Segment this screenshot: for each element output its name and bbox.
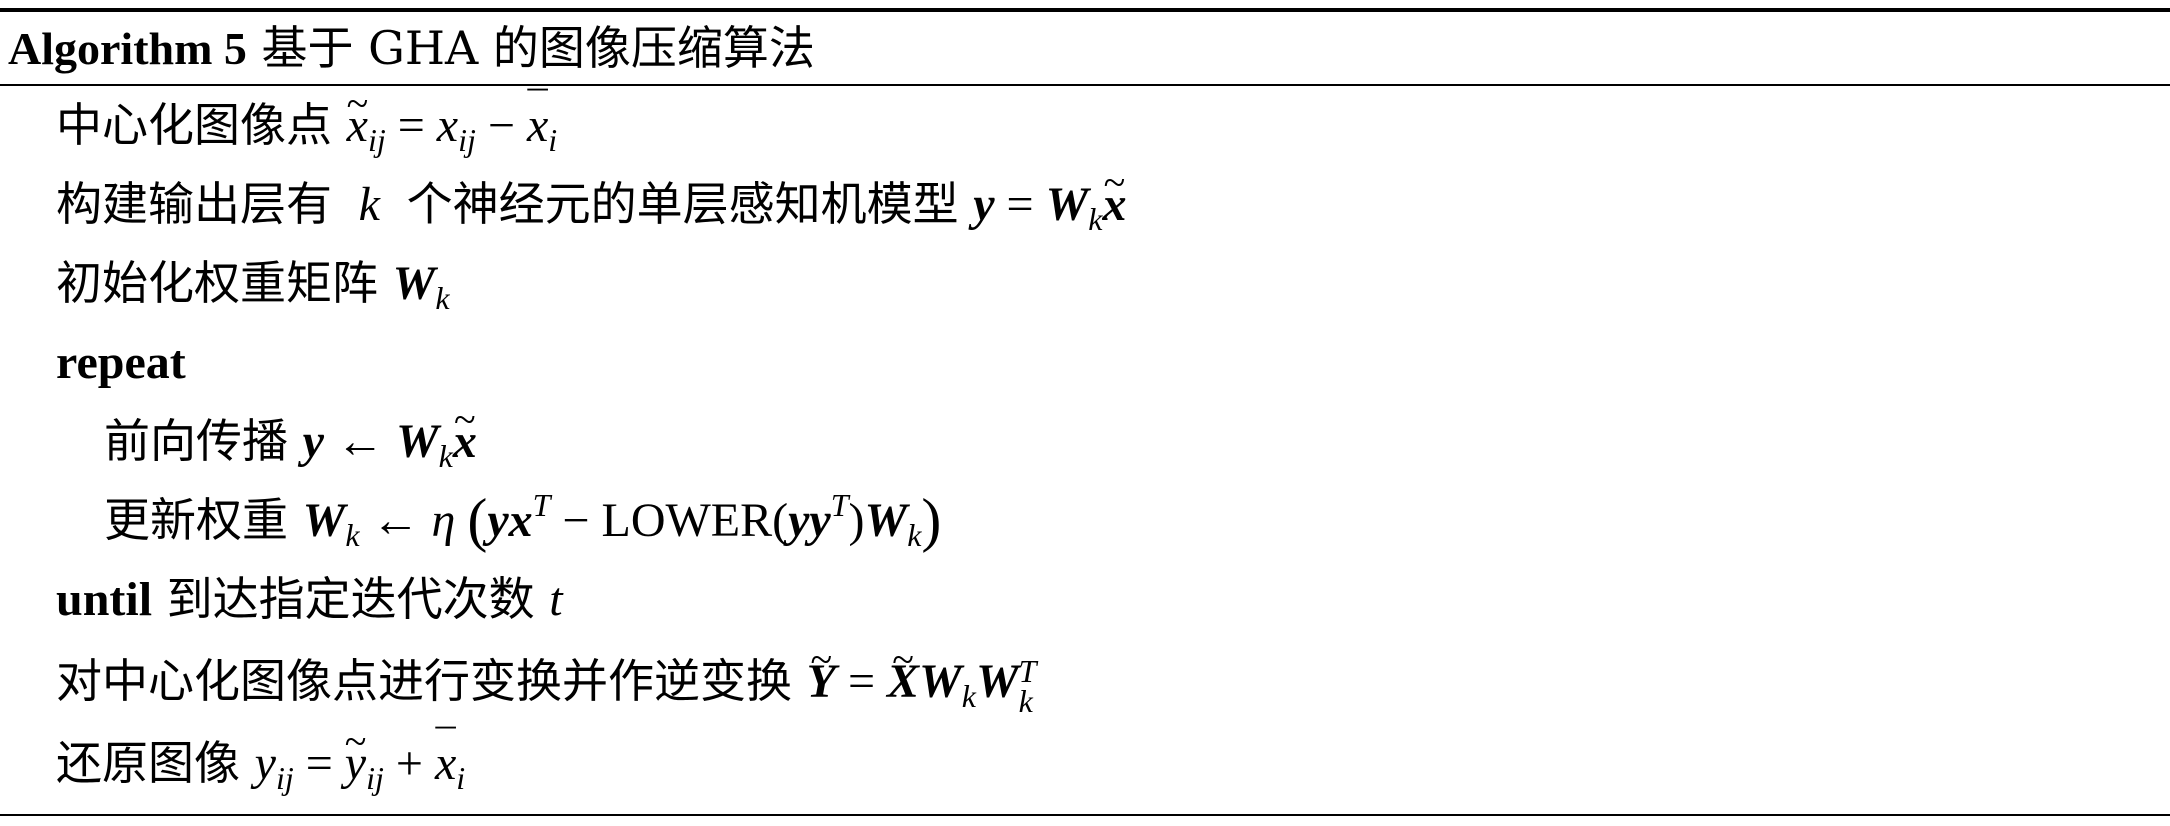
step-repeat: repeat (56, 331, 186, 393)
top-rule (0, 8, 2170, 12)
until-keyword: until (56, 573, 153, 626)
algorithm-title: Algorithm 5 基于 GHA 的图像压缩算法 (8, 18, 815, 78)
step-transform-text: 对中心化图像点进行变换并作逆变换 (56, 654, 792, 708)
step-until-text: 到达指定迭代次数 (166, 572, 535, 626)
step-restore-text: 还原图像 (56, 736, 240, 790)
algorithm-name: 基于 GHA 的图像压缩算法 (261, 21, 815, 75)
step-init: 初始化权重矩阵 Wk (56, 252, 450, 314)
step-until-t: t (549, 573, 563, 626)
step-build-text-post: 个神经元的单层感知机模型 (406, 177, 959, 231)
step-center-formula: xij=xij−xi (347, 73, 558, 156)
step-build-k: k (346, 178, 392, 231)
title-rule (0, 84, 2170, 86)
step-build-text-pre: 构建输出层有 (56, 177, 332, 231)
step-until: until 到达指定迭代次数 t (56, 568, 563, 630)
step-update: 更新权重 Wk ← η (yxT − LOWER(yyT)Wk) (104, 489, 941, 551)
step-update-text: 更新权重 (104, 493, 288, 547)
step-center-text: 中心化图像点 (56, 98, 332, 152)
step-forward-text: 前向传播 (104, 414, 288, 468)
step-init-text: 初始化权重矩阵 (56, 256, 378, 310)
step-transform: 对中心化图像点进行变换并作逆变换 Y=XWkWTk (56, 629, 1037, 717)
step-restore-formula: yij=yij+xi (255, 711, 466, 794)
step-init-formula: Wk (392, 257, 450, 316)
algorithm-label: Algorithm 5 (8, 23, 247, 74)
step-build-formula: y=Wkx (973, 152, 1126, 235)
repeat-keyword: repeat (56, 336, 186, 389)
step-forward: 前向传播 y←Wkx (104, 389, 477, 472)
step-restore: 还原图像 yij=yij+xi (56, 711, 466, 794)
step-center: 中心化图像点 xij=xij−xi (56, 73, 558, 156)
step-forward-formula: y←Wkx (303, 389, 477, 472)
bottom-rule (0, 814, 2170, 816)
step-update-formula: Wk ← η (yxT − LOWER(yyT)Wk) (302, 487, 942, 553)
step-transform-formula: Y=XWkWTk (807, 629, 1037, 717)
step-build: 构建输出层有 k 个神经元的单层感知机模型 y=Wkx (56, 152, 1126, 235)
lower-operator: LOWER (601, 494, 773, 547)
